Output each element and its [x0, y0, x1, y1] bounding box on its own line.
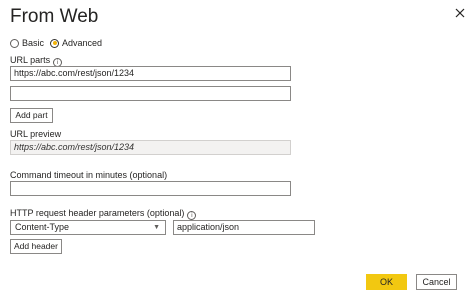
chevron-down-icon: ▼: [153, 224, 160, 231]
header-name-value: Content-Type: [15, 222, 70, 232]
cancel-button[interactable]: Cancel: [416, 274, 457, 290]
radio-advanced-label: Advanced: [62, 38, 103, 48]
headers-heading: HTTP request header parameters (optional…: [10, 208, 197, 220]
url-parts-label: URL parts: [10, 55, 51, 65]
header-value-input[interactable]: application/json: [173, 220, 315, 235]
ok-button[interactable]: OK: [366, 274, 407, 290]
url-part-input-1[interactable]: https://abc.com/rest/json/1234: [10, 66, 291, 81]
add-header-button[interactable]: Add header: [10, 239, 62, 254]
timeout-input[interactable]: [10, 181, 291, 196]
headers-label: HTTP request header parameters (optional…: [10, 208, 185, 218]
radio-advanced-indicator[interactable]: [50, 38, 59, 48]
close-icon[interactable]: [453, 6, 467, 20]
dialog-title: From Web: [10, 6, 99, 27]
info-icon[interactable]: i: [187, 211, 197, 220]
url-preview-field: https://abc.com/rest/json/1234: [10, 140, 291, 155]
header-name-select[interactable]: Content-Type ▼: [10, 220, 166, 235]
radio-basic-label: Basic: [22, 38, 45, 48]
radio-advanced[interactable]: Advanced: [50, 36, 102, 50]
radio-basic[interactable]: Basic: [10, 36, 44, 50]
url-part-input-2[interactable]: [10, 86, 291, 101]
add-part-button[interactable]: Add part: [10, 108, 53, 123]
timeout-label: Command timeout in minutes (optional): [10, 170, 168, 180]
radio-basic-indicator[interactable]: [10, 38, 19, 48]
url-preview-label: URL preview: [10, 129, 62, 139]
